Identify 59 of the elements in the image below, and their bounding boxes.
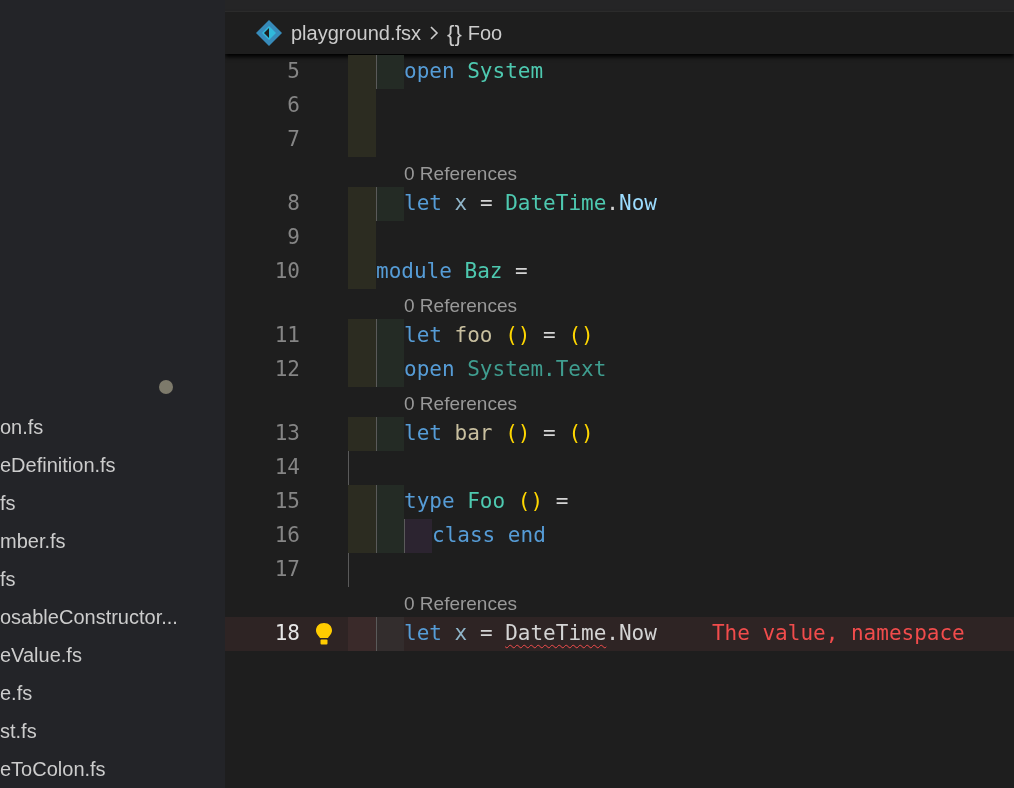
line-number: 9	[286, 224, 300, 252]
line-number: 16	[273, 522, 300, 550]
file-item[interactable]: eValue.fs	[0, 636, 178, 674]
breadcrumb-item[interactable]: Foo	[467, 18, 503, 48]
line-number: 13	[273, 420, 300, 448]
indent-guide	[348, 187, 376, 221]
file-item[interactable]: e.fs	[0, 674, 178, 712]
line-number: 18	[273, 620, 300, 648]
line-number: 17	[273, 556, 300, 584]
indent-guide	[376, 417, 404, 451]
fsharp-file-icon	[255, 19, 283, 47]
indent-guide	[376, 187, 404, 221]
line-number: 12	[273, 356, 300, 384]
chevron-right-icon	[429, 25, 440, 41]
file-item[interactable]: eToColon.fs	[0, 750, 178, 788]
code-line: let x = DateTime.Now	[404, 620, 657, 648]
line-number: 5	[286, 58, 300, 86]
line-number: 6	[286, 92, 300, 120]
code-line: type Foo () =	[404, 488, 569, 516]
line-number: 15	[273, 488, 300, 516]
file-item[interactable]: osableConstructor...	[0, 598, 178, 636]
lightbulb-icon[interactable]	[315, 622, 333, 646]
file-item[interactable]: eDefinition.fs	[0, 446, 178, 484]
line-number: 11	[273, 322, 300, 350]
code-line: let x = DateTime.Now	[404, 190, 657, 218]
indent-guide	[348, 417, 376, 451]
file-item[interactable]: st.fs	[0, 712, 178, 750]
line-number: 7	[286, 126, 300, 154]
code-line: class end	[432, 522, 546, 550]
indent-guide	[404, 519, 432, 553]
indent-guide	[348, 55, 376, 89]
line-number: 10	[273, 258, 300, 286]
error-message: The value, namespace	[711, 620, 965, 648]
code-line: let foo () = ()	[404, 322, 594, 350]
indent-guide	[376, 55, 404, 89]
code-lens[interactable]: 0 References	[404, 591, 517, 617]
code-lens[interactable]: 0 References	[404, 293, 517, 319]
code-line: open System	[404, 58, 544, 86]
indent-guide	[376, 319, 404, 353]
indent-guide	[348, 485, 376, 519]
code-lens[interactable]: 0 References	[404, 391, 517, 417]
file-item[interactable]: on.fs	[0, 408, 178, 446]
braces-icon: {}	[447, 16, 462, 50]
indent-guide	[376, 353, 404, 387]
indent-guide	[376, 519, 404, 553]
code-line: let bar () = ()	[404, 420, 594, 448]
code-lens[interactable]: 0 References	[404, 161, 517, 187]
indent-guide	[376, 485, 404, 519]
code-line: open System.Text	[404, 356, 607, 384]
line-number: 14	[273, 454, 300, 482]
breadcrumb-item[interactable]: playground.fsx	[291, 18, 422, 48]
indent-guide	[348, 353, 376, 387]
indent-guide	[348, 319, 376, 353]
file-item[interactable]: mber.fs	[0, 522, 178, 560]
file-item[interactable]: fs	[0, 560, 178, 598]
indent-guide	[348, 519, 376, 553]
line-number: 8	[286, 190, 300, 218]
code-line: module Baz =	[376, 258, 528, 286]
file-item[interactable]: fs	[0, 484, 178, 522]
